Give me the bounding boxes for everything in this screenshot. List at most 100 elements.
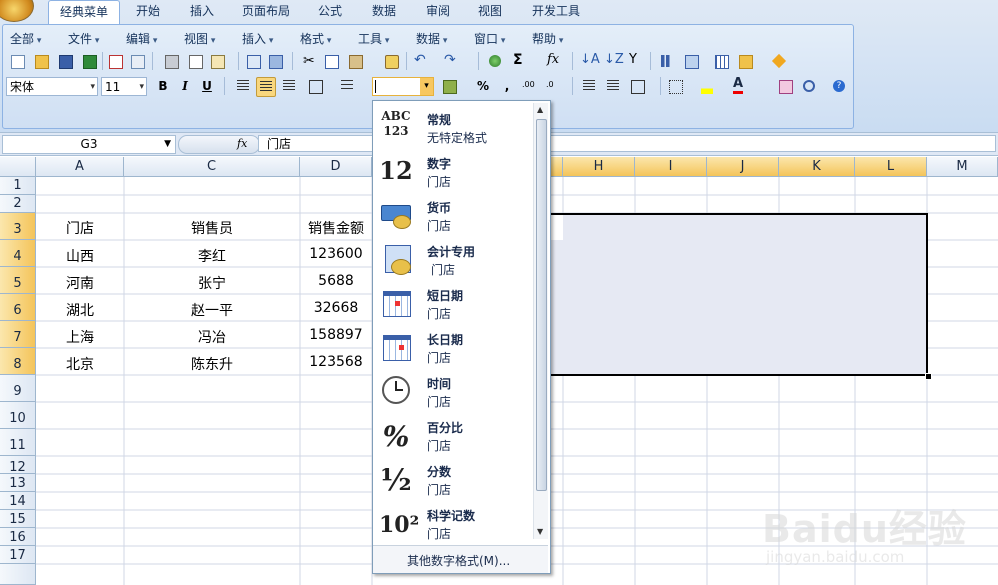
folder-menu-button[interactable] — [736, 52, 754, 70]
cell-d3[interactable]: 销售金额 — [300, 218, 372, 238]
row-header-12[interactable]: 12 — [0, 456, 36, 475]
percent-style-button[interactable]: % — [474, 77, 492, 95]
row-header-13[interactable]: 13 — [0, 474, 36, 492]
format-option-general[interactable]: ABC 123 常规 无特定格式 — [373, 105, 531, 149]
row-header-10[interactable]: 10 — [0, 402, 36, 429]
hyperlink-button[interactable] — [486, 52, 504, 70]
image-button[interactable] — [776, 77, 794, 95]
font-size-combo[interactable]: 11 ▾ — [101, 77, 147, 96]
row-header-6[interactable]: 6 — [0, 294, 36, 321]
column-header-i[interactable]: I — [635, 157, 707, 177]
cell-a4[interactable]: 山西 — [36, 246, 124, 266]
tab-insert[interactable]: 插入 — [180, 0, 224, 23]
print-preview2-button[interactable] — [186, 52, 204, 70]
borders-cells-button[interactable] — [628, 77, 646, 95]
bold-button[interactable]: B — [154, 77, 172, 95]
align-right-button[interactable] — [280, 77, 298, 95]
wrap-text-button[interactable] — [338, 77, 356, 95]
sort-descending-button[interactable]: ↓Z — [602, 52, 624, 70]
format-option-fraction[interactable]: ½ 分数 门店 — [373, 457, 531, 501]
fill-color-button[interactable] — [698, 77, 716, 95]
cell-a5[interactable]: 河南 — [36, 273, 124, 293]
more-number-formats[interactable]: 其他数字格式(M)... — [373, 545, 548, 573]
print-preview-button[interactable] — [128, 52, 146, 70]
filter-button[interactable]: Y — [626, 52, 644, 70]
menu-tools[interactable]: 工具 — [358, 31, 389, 47]
cell-a6[interactable]: 湖北 — [36, 300, 124, 320]
fx-icon[interactable]: fx — [237, 137, 247, 150]
chart-button[interactable] — [658, 52, 676, 70]
cell-a3[interactable]: 门店 — [36, 218, 124, 238]
scroll-thumb[interactable] — [536, 119, 547, 491]
copy-button[interactable] — [322, 52, 340, 70]
redo-button[interactable]: ↷ — [442, 52, 460, 70]
menu-file[interactable]: 文件 — [68, 31, 99, 47]
merge-center-button[interactable] — [306, 77, 324, 95]
undo-button[interactable]: ↶ — [412, 52, 430, 70]
name-box[interactable]: G3 ▼ — [2, 135, 176, 154]
cell-c7[interactable]: 冯冶 — [124, 327, 300, 347]
cell-d6[interactable]: 32668 — [300, 300, 372, 316]
row-header-9[interactable]: 9 — [0, 375, 36, 402]
row-header-17[interactable]: 17 — [0, 546, 36, 564]
cell-a8[interactable]: 北京 — [36, 354, 124, 374]
column-header-j[interactable]: J — [707, 157, 779, 177]
format-option-currency[interactable]: 货币 门店 — [373, 193, 531, 237]
cell-c5[interactable]: 张宁 — [124, 273, 300, 293]
tab-home[interactable]: 开始 — [126, 0, 170, 23]
spelling-button[interactable] — [244, 52, 262, 70]
cell-c6[interactable]: 赵一平 — [124, 300, 300, 320]
italic-button[interactable]: I — [176, 77, 194, 95]
number-format-combo[interactable]: ▾ — [372, 77, 434, 96]
dropdown-scrollbar[interactable]: ▲ ▼ — [533, 103, 548, 539]
borders-button[interactable] — [666, 77, 684, 95]
cell-d4[interactable]: 123600 — [300, 246, 372, 262]
fill-handle[interactable] — [925, 373, 932, 380]
menu-data[interactable]: 数据 — [416, 31, 447, 47]
help-button[interactable]: ? — [830, 77, 848, 95]
cell-c8[interactable]: 陈东升 — [124, 354, 300, 374]
chevron-down-icon[interactable]: ▾ — [420, 78, 433, 95]
row-header-16[interactable]: 16 — [0, 528, 36, 546]
decrease-indent-button[interactable] — [580, 77, 598, 95]
tab-data[interactable]: 数据 — [362, 0, 406, 23]
page-setup-button[interactable] — [208, 52, 226, 70]
cell-d5[interactable]: 5688 — [300, 273, 372, 289]
column-header-g[interactable] — [549, 157, 563, 177]
column-header-m[interactable]: M — [927, 157, 998, 177]
save-button[interactable] — [56, 52, 74, 70]
format-painter-button[interactable] — [382, 52, 400, 70]
scroll-up-icon[interactable]: ▲ — [537, 105, 543, 114]
menu-view[interactable]: 视图 — [184, 31, 215, 47]
row-header-15[interactable]: 15 — [0, 510, 36, 528]
font-name-combo[interactable]: 宋体 ▾ — [6, 77, 98, 96]
menu-window[interactable]: 窗口 — [474, 31, 505, 47]
menu-format[interactable]: 格式 — [300, 31, 331, 47]
paste-button[interactable] — [346, 52, 364, 70]
font-color-button[interactable]: A — [730, 77, 748, 95]
cell-a7[interactable]: 上海 — [36, 327, 124, 347]
currency-format-button[interactable] — [440, 77, 458, 95]
diamond-button[interactable] — [770, 52, 788, 70]
format-option-short-date[interactable]: 短日期 门店 — [373, 281, 531, 325]
tab-formulas[interactable]: 公式 — [308, 0, 352, 23]
zoom-button[interactable] — [800, 77, 818, 95]
cut-button[interactable]: ✂ — [300, 52, 318, 70]
tab-view[interactable]: 视图 — [468, 0, 512, 23]
pdf-button[interactable] — [106, 52, 124, 70]
insert-function-button[interactable]: fx — [546, 52, 564, 70]
comma-style-button[interactable]: , — [498, 77, 516, 95]
tab-classic-menu[interactable]: 经典菜单 — [48, 0, 120, 24]
gridlines-button[interactable] — [712, 52, 730, 70]
cell-c3[interactable]: 销售员 — [124, 218, 300, 238]
research-button[interactable] — [266, 52, 284, 70]
menu-all[interactable]: 全部 — [10, 31, 41, 47]
row-header-7[interactable]: 7 — [0, 321, 36, 348]
tab-developer[interactable]: 开发工具 — [524, 0, 588, 23]
row-header-11[interactable]: 11 — [0, 429, 36, 456]
cell-d8[interactable]: 123568 — [300, 354, 372, 370]
print-button[interactable] — [162, 52, 180, 70]
format-option-number[interactable]: 12 数字 门店 — [373, 149, 531, 193]
row-header-5[interactable]: 5 — [0, 267, 36, 294]
tab-page-layout[interactable]: 页面布局 — [234, 0, 298, 23]
